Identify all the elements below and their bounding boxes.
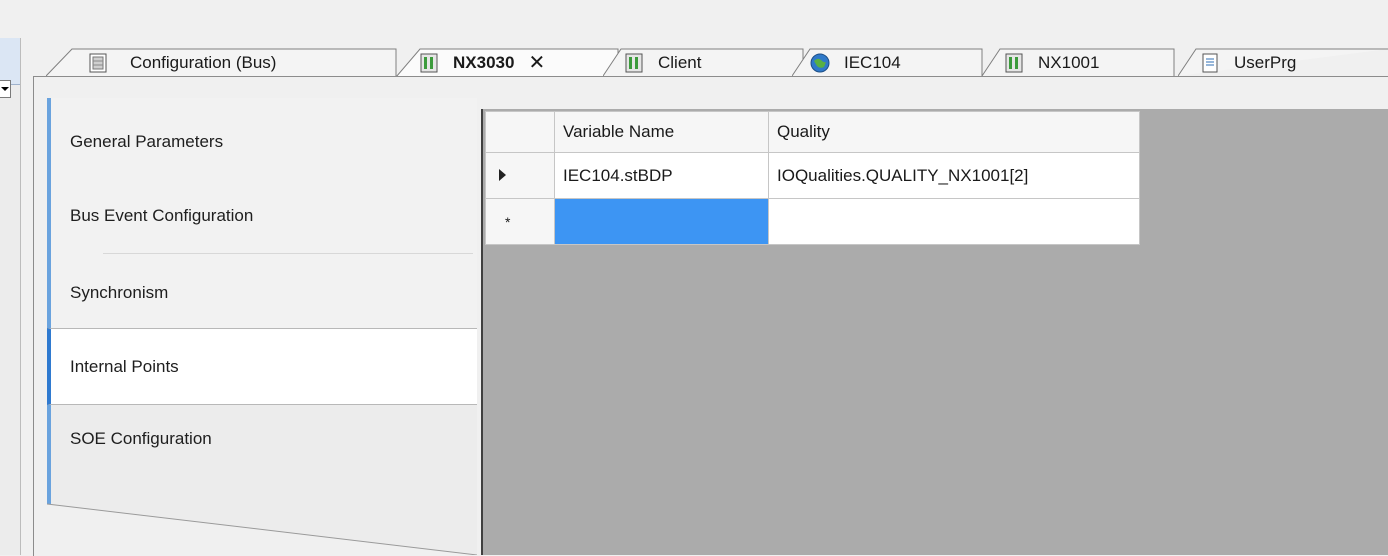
globe-icon — [810, 53, 830, 72]
tab-label: IEC104 — [844, 52, 901, 72]
table-header-row: Variable Name Quality — [485, 111, 1140, 153]
sidebar-bottom-shape — [47, 478, 477, 555]
document-icon — [1202, 53, 1218, 72]
new-row-marker: * — [505, 213, 511, 230]
device-icon — [420, 53, 438, 72]
sidebar-item-general-parameters[interactable]: General Parameters — [47, 98, 477, 179]
variable-name-cell[interactable]: IEC104.stBDP — [554, 152, 769, 199]
row-header-corner — [485, 111, 555, 153]
variable-name-cell[interactable] — [554, 198, 769, 245]
sidebar-item-soe-configuration[interactable]: SOE Configuration — [47, 405, 477, 479]
left-panel-header — [0, 38, 20, 85]
internal-points-table: Variable Name Quality IEC104.stBDP IOQua… — [485, 111, 1140, 245]
device-icon — [1005, 53, 1023, 72]
row-header[interactable]: * — [485, 198, 555, 245]
sidebar-item-bus-event-configuration[interactable]: Bus Event Configuration — [47, 178, 477, 254]
quality-cell[interactable] — [768, 198, 1140, 245]
table-row-new[interactable]: * — [485, 198, 1140, 245]
table-row[interactable]: IEC104.stBDP IOQualities.QUALITY_NX1001[… — [485, 152, 1140, 199]
sidebar-item-internal-points[interactable]: Internal Points — [47, 328, 477, 405]
column-header-variable-name[interactable]: Variable Name — [554, 111, 769, 153]
left-panel-strip — [0, 38, 21, 555]
tab-label: Client — [658, 52, 702, 72]
row-header[interactable] — [485, 152, 555, 199]
sidebar-item-synchronism[interactable]: Synchronism — [47, 254, 477, 328]
sidebar-item-label: Internal Points — [70, 357, 179, 376]
sidebar-item-label: Synchronism — [70, 283, 169, 302]
tab-label: UserPrg — [1234, 52, 1297, 72]
tab-nx3030[interactable]: NX3030 ✕ — [396, 48, 622, 78]
tab-label: Configuration (Bus) — [130, 52, 277, 72]
device-icon — [625, 53, 643, 72]
column-header-quality[interactable]: Quality — [768, 111, 1140, 153]
sidebar-item-label: General Parameters — [70, 132, 224, 151]
current-row-arrow-icon — [499, 168, 506, 181]
tab-configuration-bus[interactable]: Configuration (Bus) — [46, 48, 408, 77]
sidebar-item-label: SOE Configuration — [70, 429, 212, 448]
dropdown-arrow-button[interactable] — [0, 80, 11, 98]
tab-nx1001[interactable]: NX1001 — [982, 48, 1182, 77]
bus-config-icon — [89, 53, 107, 72]
tab-client[interactable]: Client — [603, 48, 811, 77]
tab-iec104[interactable]: IEC104 — [792, 48, 990, 77]
grid-panel: Variable Name Quality IEC104.stBDP IOQua… — [481, 109, 1388, 555]
sidebar-item-label: Bus Event Configuration — [70, 206, 254, 225]
tab-userprg[interactable]: UserPrg — [1178, 48, 1388, 77]
tab-label: NX3030 — [453, 52, 515, 72]
top-toolbar-area — [0, 0, 1388, 38]
tab-label: NX1001 — [1038, 52, 1100, 72]
quality-cell[interactable]: IOQualities.QUALITY_NX1001[2] — [768, 152, 1140, 199]
close-icon[interactable]: ✕ — [528, 53, 545, 73]
